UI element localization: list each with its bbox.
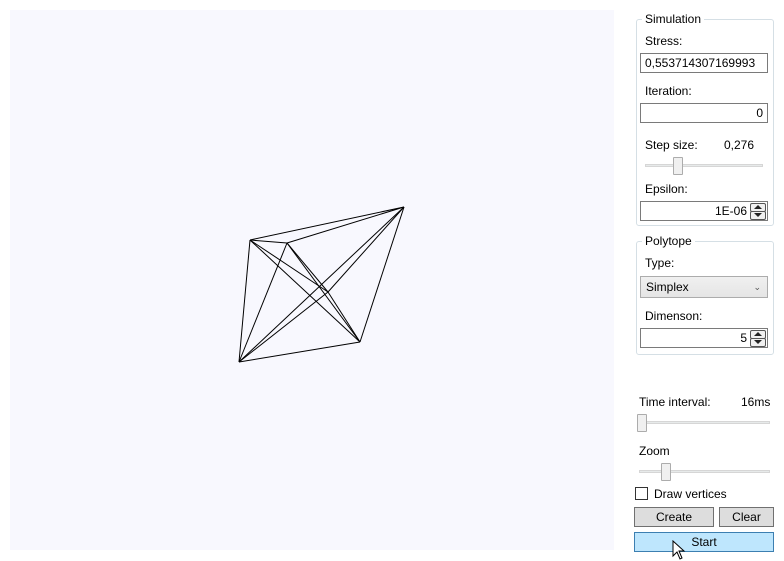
- stress-field[interactable]: 0,553714307169993: [640, 53, 768, 73]
- polytope-group-title: Polytope: [642, 234, 695, 248]
- type-combobox-value: Simplex: [646, 280, 689, 294]
- start-button[interactable]: Start: [634, 532, 774, 552]
- epsilon-label: Epsilon:: [645, 182, 688, 196]
- spin-down-icon[interactable]: [750, 338, 766, 347]
- edge: [249, 239, 329, 293]
- edge: [238, 239, 251, 363]
- create-button[interactable]: Create: [634, 507, 714, 527]
- edge: [327, 206, 405, 293]
- polytope-drawing: [238, 206, 405, 363]
- dimension-label: Dimenson:: [645, 309, 703, 323]
- type-label: Type:: [645, 256, 675, 270]
- time-interval-slider-thumb[interactable]: [637, 414, 647, 432]
- step-size-slider-track: [645, 164, 763, 167]
- dimension-stepper[interactable]: 5: [640, 328, 768, 348]
- edge: [249, 206, 405, 241]
- simulation-group-title: Simulation: [642, 12, 705, 26]
- type-combobox[interactable]: Simplex ⌄: [640, 276, 768, 298]
- epsilon-stepper[interactable]: 1E-06: [640, 201, 768, 221]
- dimension-value: 5: [740, 331, 747, 345]
- step-size-slider-thumb[interactable]: [673, 157, 683, 175]
- dimension-spinner[interactable]: [750, 330, 766, 347]
- spin-down-icon[interactable]: [750, 211, 766, 220]
- iteration-label: Iteration:: [645, 84, 692, 98]
- edge: [238, 242, 288, 363]
- time-interval-value: 16ms: [741, 395, 771, 409]
- time-interval-label: Time interval:: [639, 395, 711, 409]
- edge: [286, 206, 405, 244]
- draw-vertices-checkbox[interactable]: [635, 487, 648, 500]
- epsilon-value: 1E-06: [714, 204, 747, 218]
- step-size-slider[interactable]: [645, 157, 763, 175]
- drawing-canvas[interactable]: [10, 10, 614, 550]
- step-size-value: 0,276: [724, 138, 755, 152]
- clear-button[interactable]: Clear: [719, 507, 774, 527]
- zoom-label: Zoom: [639, 444, 670, 458]
- time-interval-slider-track: [637, 421, 770, 424]
- edge: [238, 291, 329, 363]
- step-size-label: Step size:: [645, 138, 698, 152]
- stress-label: Stress:: [645, 34, 683, 48]
- mouse-cursor-icon: [672, 540, 686, 560]
- iteration-field[interactable]: 0: [640, 103, 768, 123]
- epsilon-spinner[interactable]: [750, 203, 766, 220]
- edge: [249, 239, 361, 343]
- chevron-down-icon: ⌄: [753, 282, 761, 292]
- zoom-slider-track: [639, 470, 770, 473]
- zoom-slider-thumb[interactable]: [661, 463, 671, 481]
- time-interval-slider[interactable]: [637, 414, 770, 432]
- draw-vertices-label[interactable]: Draw vertices: [654, 487, 727, 501]
- zoom-slider[interactable]: [639, 463, 770, 481]
- edge: [286, 242, 361, 343]
- edge: [249, 239, 288, 244]
